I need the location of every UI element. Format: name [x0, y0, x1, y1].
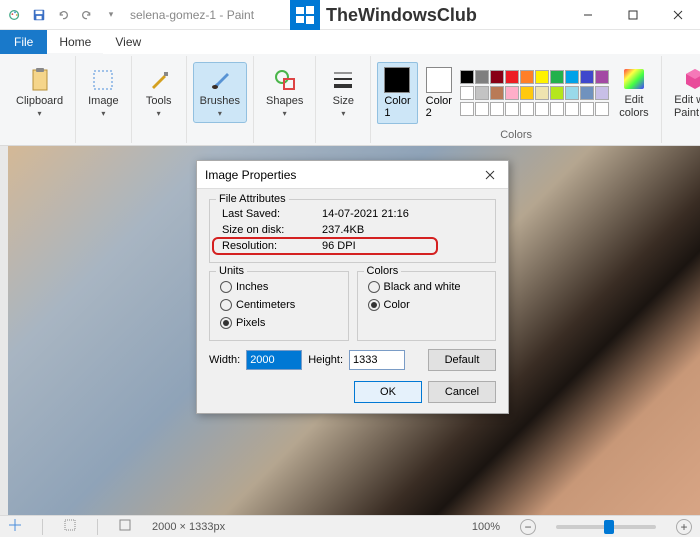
paint3d-group: Edit with Paint 3D	[662, 56, 700, 143]
zoom-text: 100%	[472, 521, 500, 533]
ribbon: Clipboard▾ Image▾ Tools▾ Brushes▾ Shapes…	[0, 54, 700, 146]
ok-button[interactable]: OK	[354, 381, 422, 403]
color1-button[interactable]: Color 1	[380, 65, 414, 121]
windows-logo-icon	[290, 0, 320, 30]
color-radio[interactable]: Color	[366, 296, 488, 314]
minimize-button[interactable]	[565, 0, 610, 30]
last-saved-label: Last Saved:	[222, 208, 322, 220]
height-input[interactable]	[349, 350, 405, 370]
ribbon-tabs: File Home View	[0, 30, 700, 54]
bw-radio[interactable]: Black and white	[366, 278, 488, 296]
dialog-title: Image Properties	[205, 168, 296, 182]
paste-button[interactable]: Clipboard▾	[10, 63, 69, 122]
file-attributes-fieldset: File Attributes Last Saved:14-07-2021 21…	[209, 199, 496, 263]
inches-radio[interactable]: Inches	[218, 278, 340, 296]
cursor-position-icon	[8, 518, 22, 535]
colors-group: Color 1 Color 2 Edit colors Colors	[371, 56, 662, 143]
home-tab[interactable]: Home	[47, 30, 103, 54]
redo-icon[interactable]	[76, 4, 98, 26]
brand-overlay: TheWindowsClub	[290, 0, 477, 30]
tools-button[interactable]: Tools▾	[138, 63, 180, 122]
highlight-box	[212, 237, 438, 255]
brushes-group: Brushes▾	[187, 56, 254, 143]
vertical-ruler	[0, 146, 8, 516]
statusbar: 2000 × 1333px 100% − +	[0, 515, 700, 537]
view-tab[interactable]: View	[103, 30, 153, 54]
color-palette[interactable]	[460, 70, 609, 116]
shapes-button[interactable]: Shapes▾	[260, 63, 309, 122]
brushes-button[interactable]: Brushes▾	[193, 62, 247, 123]
qat-customize-icon[interactable]: ▾	[100, 4, 122, 26]
zoom-slider[interactable]	[556, 525, 656, 529]
save-icon[interactable]	[28, 4, 50, 26]
titlebar: ▾ selena-gomez-1 - Paint TheWindowsClub	[0, 0, 700, 30]
colors-group-label: Colors	[500, 127, 532, 141]
file-attributes-legend: File Attributes	[216, 193, 289, 205]
size-group: Size▾	[316, 56, 371, 143]
size-on-disk-value: 237.4KB	[322, 224, 483, 236]
file-tab[interactable]: File	[0, 30, 47, 54]
zoom-in-button[interactable]: +	[676, 519, 692, 535]
size-button[interactable]: Size▾	[322, 63, 364, 122]
quick-access-toolbar: ▾	[0, 4, 126, 26]
colors-fieldset: Colors Black and white Color	[357, 271, 497, 341]
units-legend: Units	[216, 265, 247, 277]
dialog-titlebar[interactable]: Image Properties	[197, 161, 508, 189]
height-label: Height:	[308, 354, 343, 366]
last-saved-value: 14-07-2021 21:16	[322, 208, 483, 220]
paint-icon[interactable]	[4, 4, 26, 26]
window-controls	[565, 0, 700, 30]
centimeters-radio[interactable]: Centimeters	[218, 296, 340, 314]
close-button[interactable]	[655, 0, 700, 30]
dimensions-icon	[118, 518, 132, 535]
edit-colors-button[interactable]: Edit colors	[613, 62, 655, 122]
select-button[interactable]: Image▾	[82, 63, 125, 122]
dimensions-row: Width: Height: Default	[209, 349, 496, 371]
width-label: Width:	[209, 354, 240, 366]
clipboard-label	[38, 127, 41, 141]
brand-text: TheWindowsClub	[326, 5, 477, 26]
zoom-thumb[interactable]	[604, 520, 614, 534]
dimensions-text: 2000 × 1333px	[152, 521, 225, 533]
size-on-disk-label: Size on disk:	[222, 224, 322, 236]
paint3d-button[interactable]: Edit with Paint 3D	[668, 62, 700, 122]
units-fieldset: Units Inches Centimeters Pixels	[209, 271, 349, 341]
width-input[interactable]	[246, 350, 302, 370]
default-button[interactable]: Default	[428, 349, 496, 371]
colors-legend: Colors	[364, 265, 402, 277]
image-group: Image▾	[76, 56, 132, 143]
clipboard-group: Clipboard▾	[4, 56, 76, 143]
maximize-button[interactable]	[610, 0, 655, 30]
zoom-out-button[interactable]: −	[520, 519, 536, 535]
undo-icon[interactable]	[52, 4, 74, 26]
window-title: selena-gomez-1 - Paint	[126, 8, 254, 22]
image-properties-dialog: Image Properties File Attributes Last Sa…	[196, 160, 509, 414]
dialog-close-button[interactable]	[480, 165, 500, 185]
tools-group: Tools▾	[132, 56, 187, 143]
cancel-button[interactable]: Cancel	[428, 381, 496, 403]
color2-button[interactable]: Color 2	[422, 65, 456, 121]
shapes-group: Shapes▾	[254, 56, 316, 143]
selection-icon	[63, 518, 77, 535]
pixels-radio[interactable]: Pixels	[218, 314, 340, 332]
